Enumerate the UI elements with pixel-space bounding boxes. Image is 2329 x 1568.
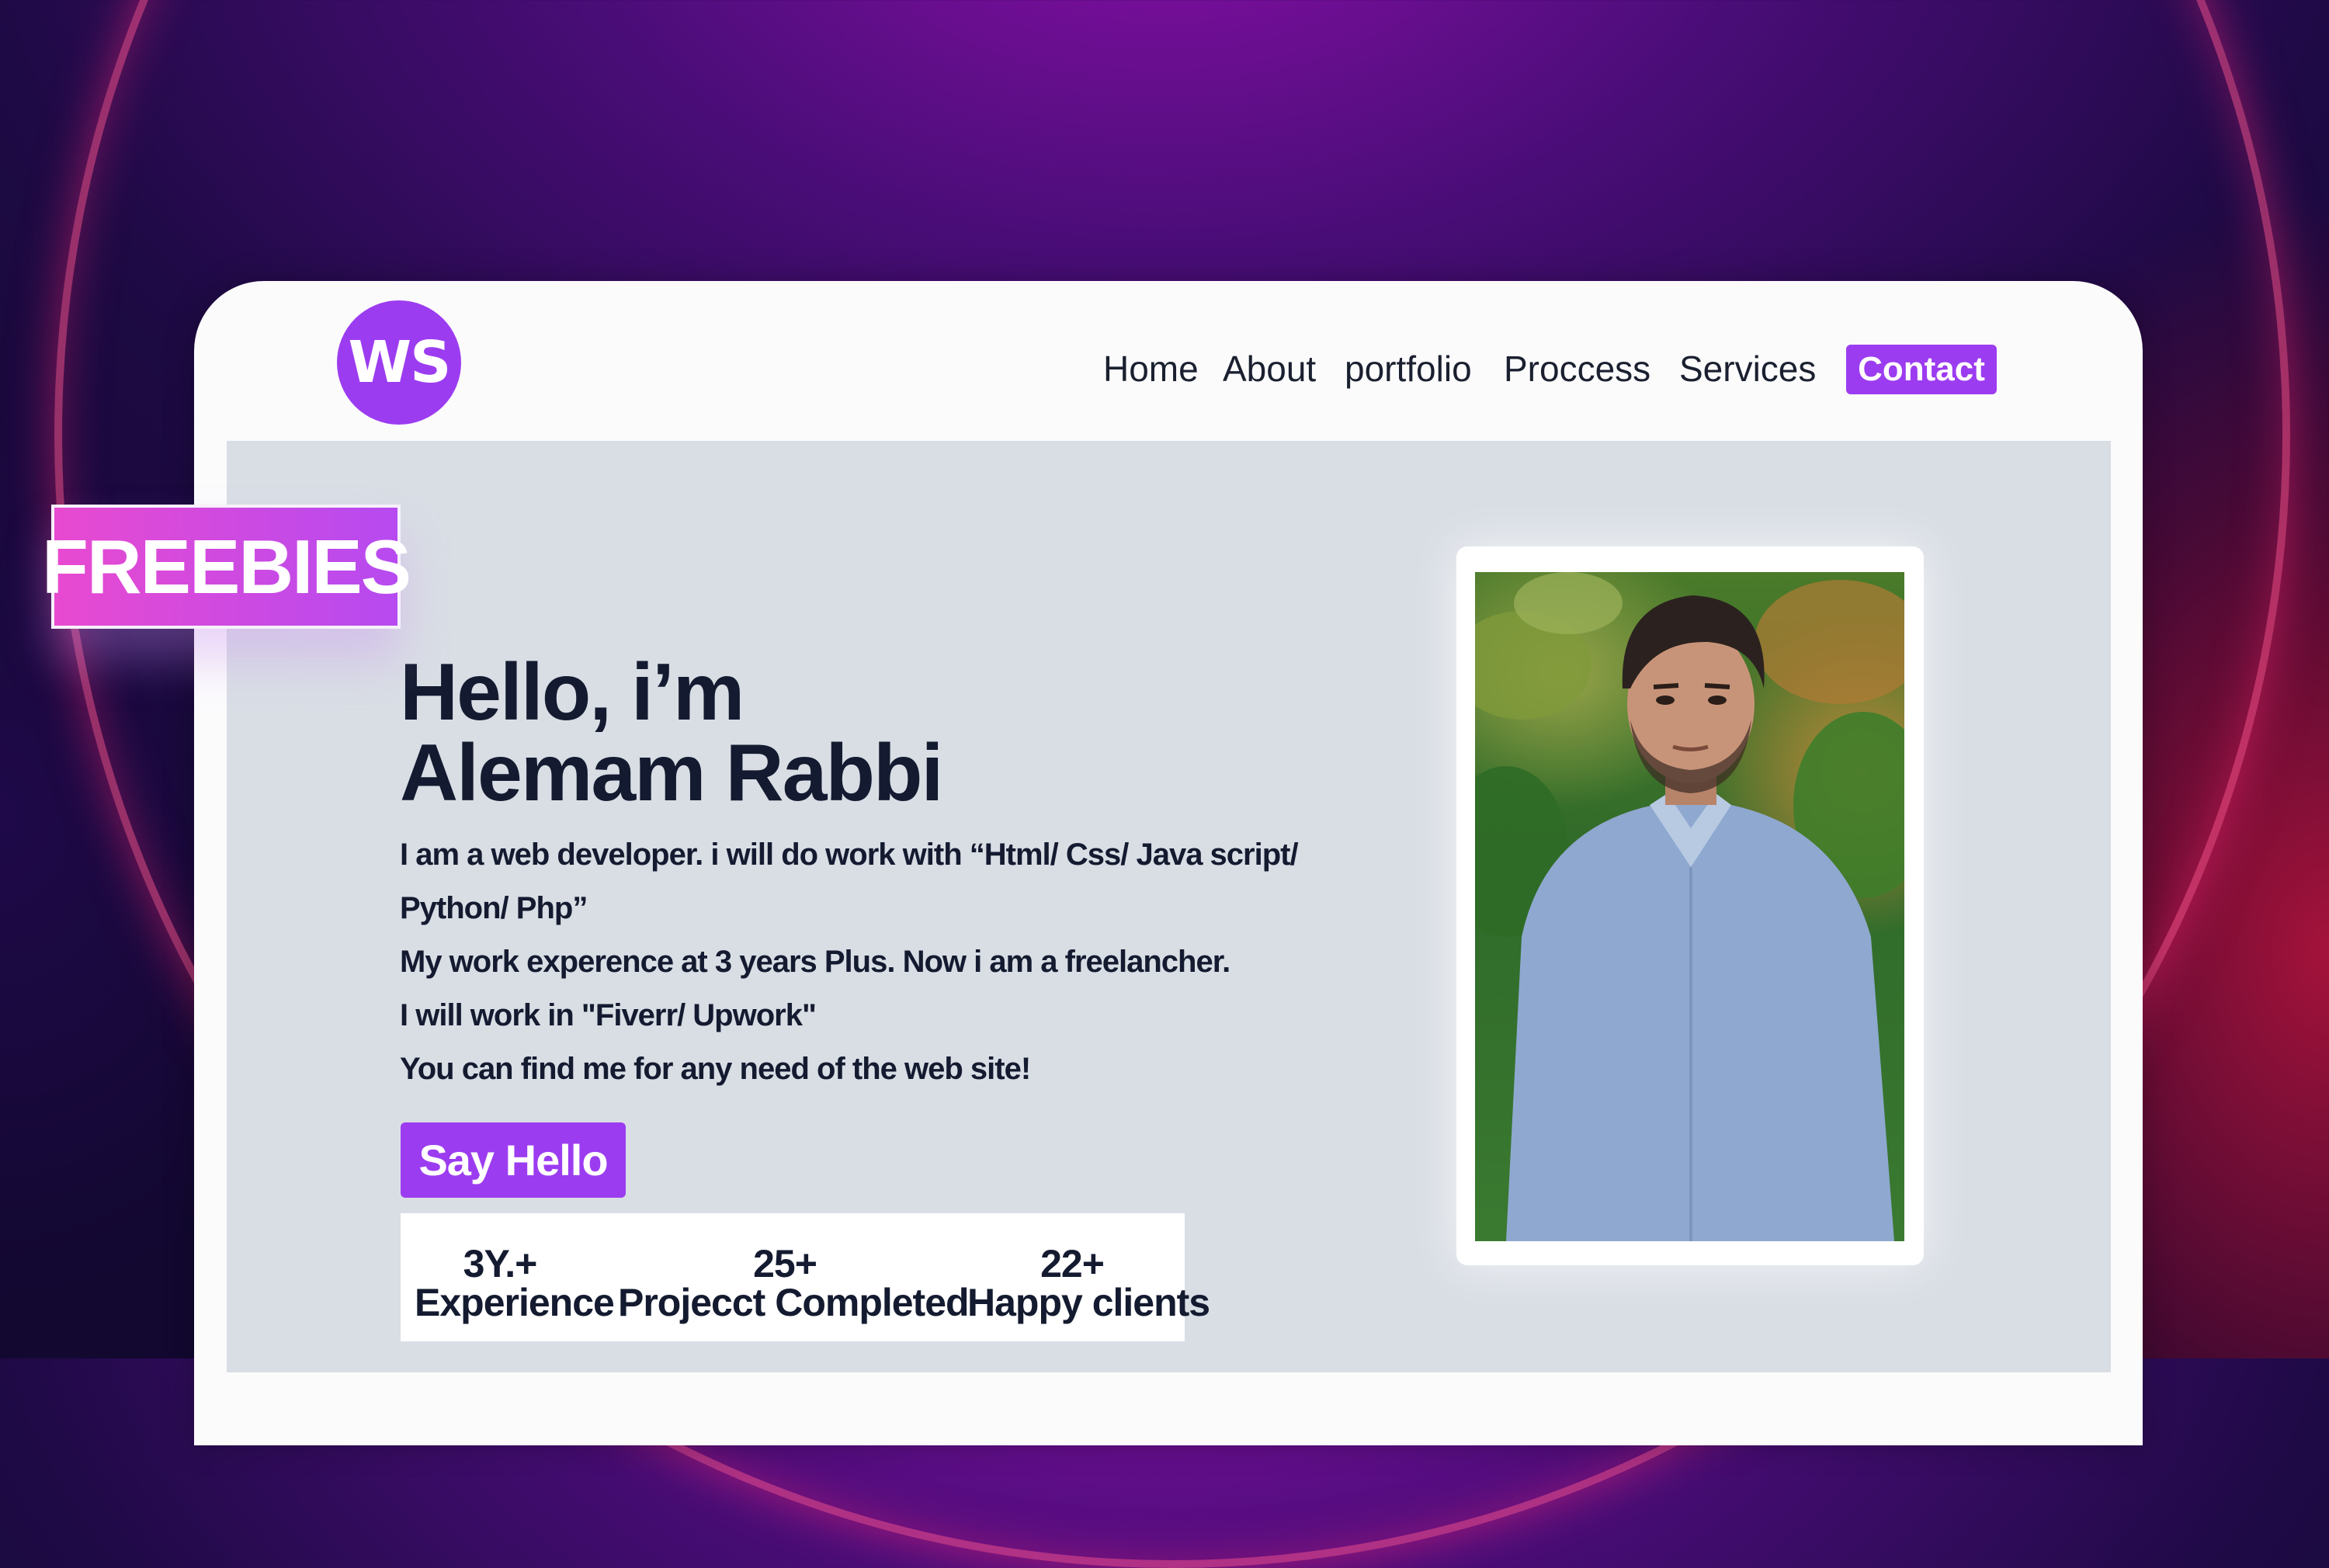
freebies-badge: FREEBIES — [42, 505, 411, 629]
logo-text: WS — [348, 329, 452, 396]
stat-value: 25+ — [753, 1242, 817, 1285]
stat-value: 3Y.+ — [463, 1242, 538, 1285]
nav-item-services[interactable]: Services — [1679, 345, 1816, 392]
stat-label: Happy clients — [967, 1281, 1210, 1324]
nav-item-about[interactable]: About — [1223, 345, 1316, 392]
description-line: You can find me for any need of the web … — [400, 1052, 1031, 1086]
hero-name: Alemam Rabbi — [400, 728, 943, 818]
say-hello-button[interactable]: Say Hello — [401, 1122, 626, 1198]
hero-title: Hello, i’m Alemam Rabbi — [400, 652, 1331, 813]
profile-photo-illustration — [1475, 572, 1904, 1241]
description-line: My work experence at 3 years Plus. Now i… — [400, 945, 1230, 979]
nav-item-portfolio[interactable]: portfolio — [1345, 345, 1472, 392]
stat-clients: 22+ Happy clients — [967, 1242, 1210, 1324]
stat-label: Projecct Completed — [618, 1281, 970, 1324]
stats-bar: 3Y.+ Experience 25+ Projecct Completed 2… — [401, 1213, 1210, 1341]
stat-experience: 3Y.+ Experience — [415, 1242, 615, 1324]
nav-item-proccess[interactable]: Proccess — [1504, 345, 1650, 392]
nav-item-home[interactable]: Home — [1103, 345, 1199, 392]
stat-value: 22+ — [1040, 1242, 1105, 1285]
hero-greeting: Hello, i’m — [400, 647, 745, 737]
logo[interactable]: WS — [337, 300, 461, 425]
hero-description: I am a web developer. i will do work wit… — [400, 828, 1299, 1096]
profile-photo — [1475, 572, 1904, 1241]
description-line: I am a web developer. i will do work wit… — [400, 838, 1299, 872]
contact-button[interactable]: Contact — [1846, 345, 1997, 394]
stat-label: Experience — [415, 1281, 615, 1324]
description-line: I will work in "Fiverr/ Upwork" — [400, 998, 817, 1032]
description-line: Python/ Php” — [400, 891, 588, 925]
stat-projects: 25+ Projecct Completed — [618, 1242, 970, 1324]
